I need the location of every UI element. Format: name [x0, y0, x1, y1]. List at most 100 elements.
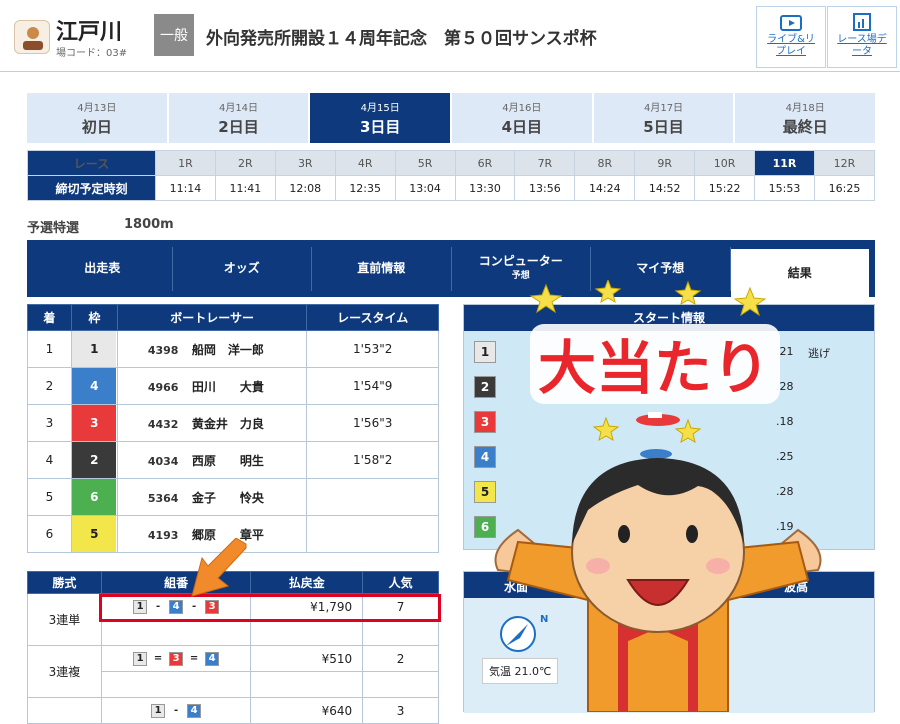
- race-time: 1'58"2: [306, 441, 439, 479]
- venue-logo: [14, 20, 50, 54]
- race-close-time: 13:04: [394, 175, 456, 201]
- racer-number: 5364: [147, 491, 179, 505]
- race-number-tab[interactable]: 12R: [813, 150, 876, 176]
- nav-tab-label: 出走表: [84, 261, 121, 275]
- spacer-cell: [100, 671, 252, 698]
- spacer-cell: [100, 619, 252, 646]
- racer-cell[interactable]: 4034 西原 明生: [116, 441, 308, 479]
- day-tab[interactable]: 4月15日 3日目: [310, 93, 451, 143]
- race-close-time: 15:22: [694, 175, 756, 201]
- result-header: レースタイム: [306, 304, 439, 331]
- race-number-tab[interactable]: 11R: [754, 150, 815, 176]
- day-date: 4月16日: [502, 103, 542, 114]
- race-number-tab[interactable]: 3R: [274, 150, 336, 176]
- racer-number: 4193: [147, 528, 179, 542]
- race-number-tab[interactable]: 1R: [155, 150, 216, 176]
- racer-cell[interactable]: 4966 田川 大貴: [116, 367, 308, 405]
- finish-rank: 1: [27, 330, 72, 368]
- day-tabs: 4月13日 初日 4月14日 2日目 4月15日 3日目 4月16日 4日目 4月17日 5日目 4…: [27, 93, 876, 143]
- nav-tab-label: 結果: [787, 265, 812, 280]
- day-label: 4日目: [501, 118, 543, 136]
- race-number-tab[interactable]: 9R: [634, 150, 696, 176]
- racer-cell[interactable]: 4432 黄金井 力良: [116, 404, 308, 442]
- race-number-tab[interactable]: 7R: [514, 150, 576, 176]
- race-number-tab[interactable]: 2R: [214, 150, 276, 176]
- finish-rank: 2: [27, 367, 72, 405]
- nav-tab[interactable]: 出走表: [33, 246, 173, 291]
- live-replay-button[interactable]: ライブ&リプレイ: [756, 6, 826, 68]
- race-number-tab[interactable]: 8R: [574, 150, 636, 176]
- race-number-tab[interactable]: 4R: [334, 150, 396, 176]
- day-label: 初日: [81, 118, 112, 136]
- result-row: 4 2 4034 西原 明生 1'58"2: [27, 441, 439, 479]
- race-number-tab[interactable]: 5R: [394, 150, 456, 176]
- payout-amount: ¥640: [250, 697, 364, 724]
- day-label: 5日目: [643, 118, 684, 136]
- day-date: 4月17日: [643, 103, 684, 114]
- venue-code: 場コード：03#: [56, 48, 128, 59]
- nav-tab[interactable]: オッズ: [173, 246, 312, 291]
- result-row: 5 6 5364 金子 怜央: [27, 478, 439, 516]
- race-schedule-table: レース 1R 2R 3R 4R 5R 6R 7R 8R 9R 10R 11R 12R 締切予定時刻 11:…: [27, 150, 876, 201]
- racer-name: 船岡 洋一郎: [191, 342, 264, 357]
- race-distance: 1800m: [124, 217, 174, 232]
- frame-cell: 5: [70, 515, 118, 553]
- racer-number: 4398: [147, 343, 179, 357]
- time-label: 締切予定時刻: [27, 175, 156, 201]
- day-tab[interactable]: 4月14日 2日目: [168, 93, 309, 143]
- day-tab[interactable]: 4月17日 5日目: [593, 93, 734, 143]
- race-close-time: 13:56: [514, 175, 576, 201]
- frame-badge: 1: [72, 331, 117, 367]
- nav-tab-label: 直前情報: [357, 261, 406, 275]
- finish-rank: 6: [27, 515, 72, 553]
- result-row: 3 3 4432 黄金井 力良 1'56"3: [27, 404, 439, 442]
- finish-rank: 3: [27, 404, 72, 442]
- payout-header: 払戻金: [250, 571, 364, 594]
- highlight-box: [99, 594, 441, 622]
- day-date: 4月18日: [785, 103, 825, 114]
- combination: 1-4: [100, 697, 252, 724]
- frame-badge: 3: [72, 405, 117, 441]
- frame-badge: 2: [72, 442, 117, 478]
- race-type: 予選特選: [27, 221, 80, 236]
- day-tab[interactable]: 4月13日 初日: [27, 93, 167, 143]
- race-close-time: 14:24: [574, 175, 636, 201]
- nav-tab[interactable]: 直前情報: [312, 246, 452, 291]
- day-tab[interactable]: 4月18日最終日: [735, 93, 876, 143]
- chart-icon: [853, 13, 871, 31]
- payout-amount: ¥510: [250, 645, 364, 672]
- combo-separator: =: [189, 653, 199, 665]
- race-close-time: 13:30: [454, 175, 516, 201]
- finish-rank: 4: [27, 441, 72, 479]
- day-label: 最終日: [782, 118, 828, 136]
- frame-badge: 5: [72, 516, 117, 552]
- racer-cell[interactable]: 5364 金子 怜央: [116, 478, 308, 516]
- racer-number: 4966: [147, 380, 179, 394]
- race-close-time: 16:25: [813, 175, 876, 201]
- combo-boat: 4: [205, 651, 220, 666]
- result-header: 着: [27, 304, 72, 331]
- frame-cell: 1: [70, 330, 118, 368]
- race-number-tab[interactable]: 10R: [694, 150, 756, 176]
- race-label: レース: [27, 150, 156, 176]
- race-number-tab[interactable]: 6R: [454, 150, 516, 176]
- tv-icon: [780, 15, 802, 31]
- race-close-time: 12:08: [274, 175, 336, 201]
- venue-data-button[interactable]: レース場データ: [827, 6, 897, 68]
- day-tab[interactable]: 4月16日 4日目: [452, 93, 592, 143]
- nav-tab-label: マイ予想: [636, 261, 685, 275]
- race-close-time: 12:35: [334, 175, 396, 201]
- racer-number: 4432: [147, 417, 179, 431]
- popularity: 3: [362, 697, 439, 724]
- racer-number: 4034: [147, 454, 179, 468]
- bet-type: 3連単: [27, 593, 102, 646]
- combo-boat: 1: [133, 651, 148, 666]
- combo-boat: 3: [169, 651, 184, 666]
- result-table: 着枠ボートレーサー レースタイム 1 1 4398 船岡 洋一郎 1'53"2 2 4 4966…: [27, 304, 439, 553]
- spacer-cell: [362, 671, 439, 698]
- payout-row: 1-4 ¥640 3: [27, 697, 439, 724]
- racer-cell[interactable]: 4398 船岡 洋一郎: [116, 330, 308, 368]
- arrow-icon: [191, 538, 247, 597]
- frame-cell: 4: [70, 367, 118, 405]
- nav-tab-label: オッズ: [223, 261, 260, 275]
